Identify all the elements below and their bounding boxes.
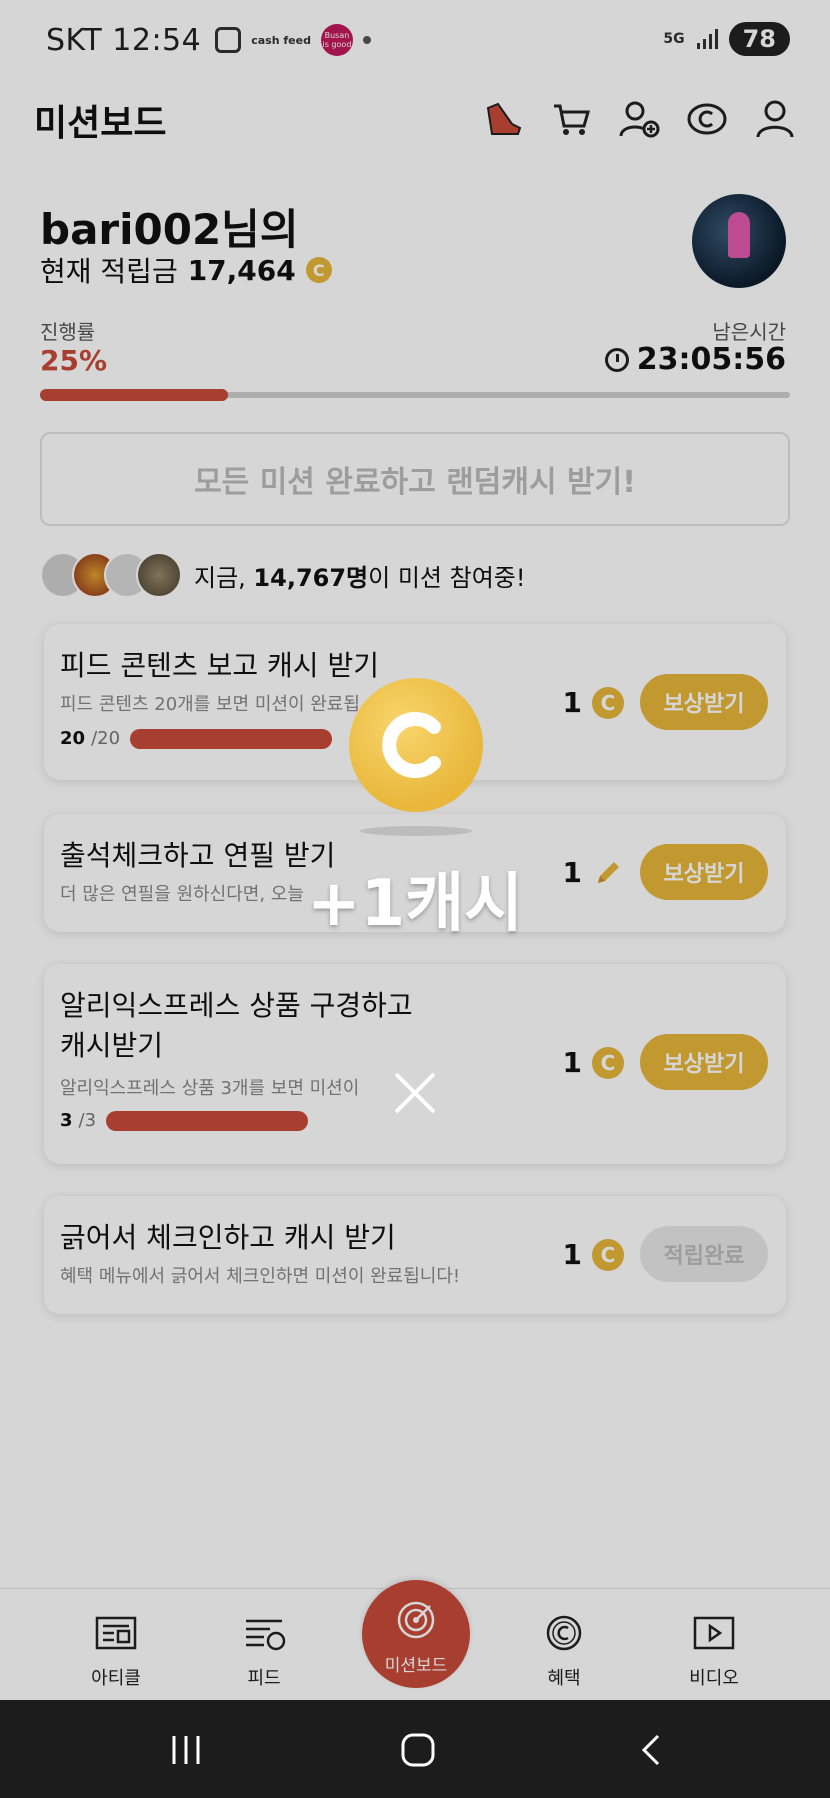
back-icon[interactable]	[632, 1732, 672, 1768]
reward-coin-shadow	[360, 826, 472, 836]
home-icon[interactable]	[398, 1732, 438, 1768]
recent-apps-icon[interactable]	[166, 1732, 206, 1768]
overlay-dim[interactable]	[0, 0, 830, 1700]
close-icon	[394, 1072, 436, 1114]
reward-amount-text: +1캐시	[307, 867, 523, 941]
close-button[interactable]	[370, 1048, 460, 1138]
system-navigation-bar	[0, 1700, 830, 1798]
reward-coin-icon	[349, 678, 483, 812]
